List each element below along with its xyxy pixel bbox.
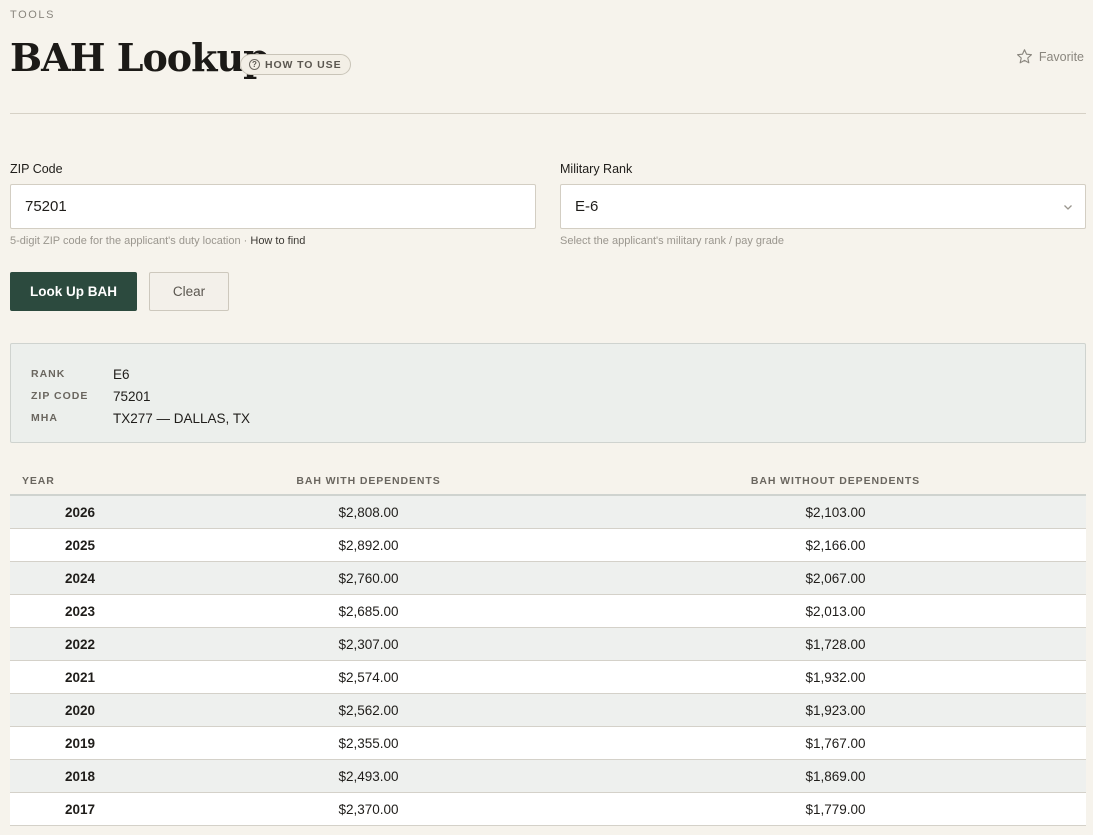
table-row: 2023 $2,685.00 $2,013.00: [10, 595, 1086, 628]
favorite-button[interactable]: Favorite: [1016, 48, 1084, 65]
chevron-down-icon: [1064, 205, 1072, 210]
header-year: YEAR: [22, 474, 55, 487]
clear-button[interactable]: Clear: [149, 272, 229, 311]
zip-value: 75201: [25, 198, 67, 215]
bah-table: YEAR BAH WITH DEPENDENTS BAH WITHOUT DEP…: [10, 467, 1086, 826]
year-cell: 2019: [65, 735, 96, 751]
summary-mha-label: MHA: [31, 412, 58, 424]
how-to-use-button[interactable]: ? HOW TO USE: [240, 54, 352, 75]
header-with-dependents: BAH WITH DEPENDENTS: [296, 474, 441, 487]
with-dependents-cell: $2,562.00: [338, 702, 399, 718]
table-row: 2024 $2,760.00 $2,067.00: [10, 562, 1086, 595]
header-divider: [10, 113, 1086, 114]
year-cell: 2026: [65, 504, 96, 520]
without-dependents-cell: $1,932.00: [805, 669, 866, 685]
header-without-dependents: BAH WITHOUT DEPENDENTS: [750, 474, 921, 487]
year-cell: 2020: [65, 702, 96, 718]
table-row: 2025 $2,892.00 $2,166.00: [10, 529, 1086, 562]
summary-zip-value: 75201: [113, 388, 151, 404]
table-header: YEAR BAH WITH DEPENDENTS BAH WITHOUT DEP…: [10, 467, 1086, 496]
year-cell: 2018: [65, 768, 96, 784]
summary-rank-value: E6: [113, 366, 130, 382]
how-to-find-link[interactable]: How to find: [250, 235, 305, 247]
help-icon: ?: [249, 59, 260, 70]
summary-zip-label: ZIP CODE: [31, 390, 89, 402]
year-cell: 2017: [65, 801, 96, 817]
table-row: 2017 $2,370.00 $1,779.00: [10, 793, 1086, 826]
table-row: 2020 $2,562.00 $1,923.00: [10, 694, 1086, 727]
with-dependents-cell: $2,808.00: [338, 504, 399, 520]
year-cell: 2023: [65, 603, 96, 619]
summary-rank-row: RANK E6: [31, 363, 1065, 385]
table-row: 2018 $2,493.00 $1,869.00: [10, 760, 1086, 793]
year-cell: 2024: [65, 570, 96, 586]
zip-label: ZIP Code: [10, 162, 63, 176]
without-dependents-cell: $2,103.00: [805, 504, 866, 520]
page-title: BAH Lookup: [10, 35, 270, 80]
table-row: 2021 $2,574.00 $1,932.00: [10, 661, 1086, 694]
with-dependents-cell: $2,685.00: [338, 603, 399, 619]
result-summary: RANK E6 ZIP CODE 75201 MHA TX277 — DALLA…: [10, 343, 1086, 443]
year-cell: 2022: [65, 636, 96, 652]
without-dependents-cell: $1,779.00: [805, 801, 866, 817]
rank-hint: Select the applicant's military rank / p…: [560, 235, 785, 247]
without-dependents-cell: $1,767.00: [805, 735, 866, 751]
zip-hint-text: 5-digit ZIP code for the applicant's dut…: [10, 235, 251, 247]
without-dependents-cell: $1,728.00: [805, 636, 866, 652]
table-row: 2026 $2,808.00 $2,103.00: [10, 496, 1086, 529]
summary-mha-value: TX277 — DALLAS, TX: [113, 410, 251, 426]
summary-mha-row: MHA TX277 — DALLAS, TX: [31, 407, 1065, 429]
how-to-use-label: HOW TO USE: [265, 58, 342, 71]
summary-zip-row: ZIP CODE 75201: [31, 385, 1065, 407]
year-cell: 2021: [65, 669, 96, 685]
with-dependents-cell: $2,493.00: [338, 768, 399, 784]
with-dependents-cell: $2,892.00: [338, 537, 399, 553]
without-dependents-cell: $2,166.00: [805, 537, 866, 553]
star-icon: [1016, 49, 1032, 64]
with-dependents-cell: $2,574.00: [338, 669, 399, 685]
rank-label: Military Rank: [560, 162, 633, 176]
rank-value: E-6: [575, 198, 599, 215]
without-dependents-cell: $2,067.00: [805, 570, 866, 586]
with-dependents-cell: $2,760.00: [338, 570, 399, 586]
eyebrow-label: TOOLS: [10, 9, 56, 21]
with-dependents-cell: $2,370.00: [338, 801, 399, 817]
table-row: 2022 $2,307.00 $1,728.00: [10, 628, 1086, 661]
without-dependents-cell: $1,923.00: [805, 702, 866, 718]
without-dependents-cell: $2,013.00: [805, 603, 866, 619]
year-cell: 2025: [65, 537, 96, 553]
rank-select[interactable]: E-6: [560, 184, 1086, 229]
summary-rank-label: RANK: [31, 368, 66, 380]
zip-input[interactable]: 75201: [10, 184, 536, 229]
favorite-label: Favorite: [1038, 49, 1084, 64]
zip-hint: 5-digit ZIP code for the applicant's dut…: [10, 235, 305, 247]
with-dependents-cell: $2,355.00: [338, 735, 399, 751]
with-dependents-cell: $2,307.00: [338, 636, 399, 652]
without-dependents-cell: $1,869.00: [805, 768, 866, 784]
table-row: 2019 $2,355.00 $1,767.00: [10, 727, 1086, 760]
look-up-bah-button[interactable]: Look Up BAH: [10, 272, 137, 311]
